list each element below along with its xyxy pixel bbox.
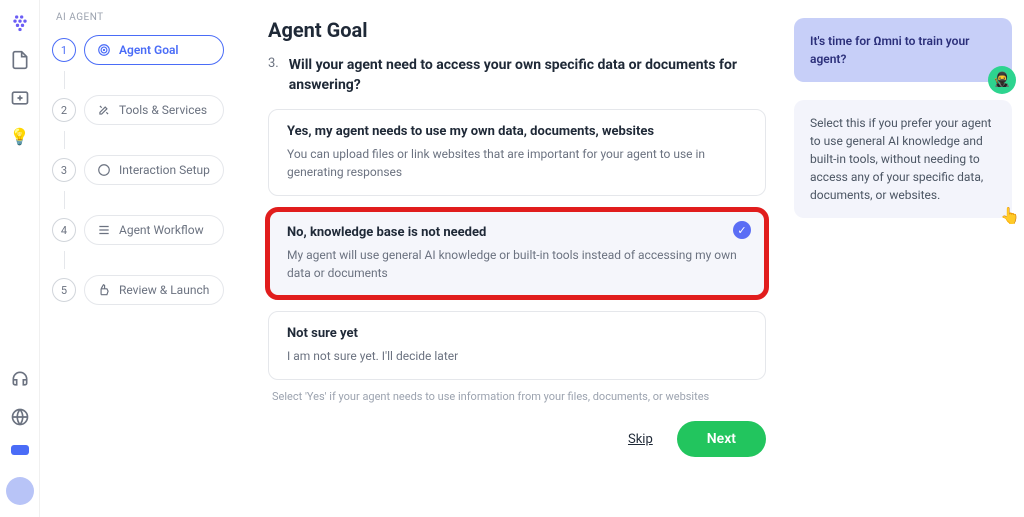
helper-text: Select 'Yes' if your agent needs to use … (268, 380, 766, 421)
tip-train-agent: It's time for Ωmni to train your agent? … (794, 18, 1012, 82)
step-label: Agent Workflow (119, 223, 204, 237)
next-button[interactable]: Next (677, 421, 766, 457)
option-title: Not sure yet (287, 326, 747, 341)
step-label: Review & Launch (119, 283, 209, 297)
tip-explanation: Select this if you prefer your agent to … (794, 100, 1012, 218)
bulb-icon[interactable]: 💡 (10, 126, 30, 146)
headset-icon[interactable] (10, 369, 30, 389)
skip-link[interactable]: Skip (628, 432, 653, 447)
list-icon (97, 223, 111, 237)
step-review-launch[interactable]: 5 Review & Launch (52, 275, 224, 305)
check-icon: ✓ (733, 221, 751, 239)
step-label: Tools & Services (119, 103, 207, 117)
globe-icon[interactable] (10, 407, 30, 427)
battery-icon (11, 445, 29, 455)
option-desc: I am not sure yet. I'll decide later (287, 347, 747, 365)
tips-panel: It's time for Ωmni to train your agent? … (794, 0, 1024, 517)
step-tools-services[interactable]: 2 Tools & Services (52, 95, 224, 125)
folder-plus-icon[interactable] (10, 88, 30, 108)
option-no-knowledge-base[interactable]: ✓ No, knowledge base is not needed My ag… (268, 210, 766, 297)
option-title: Yes, my agent needs to use my own data, … (287, 124, 747, 139)
question-number: 3. (268, 56, 279, 95)
question-text: Will your agent need to access your own … (289, 56, 766, 95)
ninja-avatar-icon: 🥷 (988, 66, 1016, 94)
sidebar-title: AI AGENT (52, 12, 224, 23)
option-yes-own-data[interactable]: Yes, my agent needs to use my own data, … (268, 109, 766, 196)
step-agent-goal[interactable]: 1 Agent Goal (52, 35, 224, 65)
step-label: Interaction Setup (119, 163, 210, 177)
option-not-sure[interactable]: Not sure yet I am not sure yet. I'll dec… (268, 311, 766, 380)
icon-rail: 💡 (0, 0, 40, 517)
user-avatar[interactable] (6, 477, 34, 505)
option-desc: My agent will use general AI knowledge o… (287, 246, 747, 282)
option-title: No, knowledge base is not needed (287, 225, 747, 240)
stepper-sidebar: AI AGENT 1 Agent Goal 2 Tools & Services… (40, 0, 240, 517)
document-icon[interactable] (10, 50, 30, 70)
thumbs-up-icon (97, 283, 111, 297)
main-content: Agent Goal 3. Will your agent need to ac… (240, 0, 794, 517)
target-icon (97, 43, 111, 57)
chat-icon (97, 163, 111, 177)
page-title: Agent Goal (268, 18, 766, 42)
step-label: Agent Goal (119, 43, 179, 57)
step-interaction-setup[interactable]: 3 Interaction Setup (52, 155, 224, 185)
tools-icon (97, 103, 111, 117)
logo-icon[interactable] (10, 12, 30, 32)
option-desc: You can upload files or link websites th… (287, 145, 747, 181)
pointer-icon: 👆 (1000, 204, 1020, 228)
step-agent-workflow[interactable]: 4 Agent Workflow (52, 215, 224, 245)
